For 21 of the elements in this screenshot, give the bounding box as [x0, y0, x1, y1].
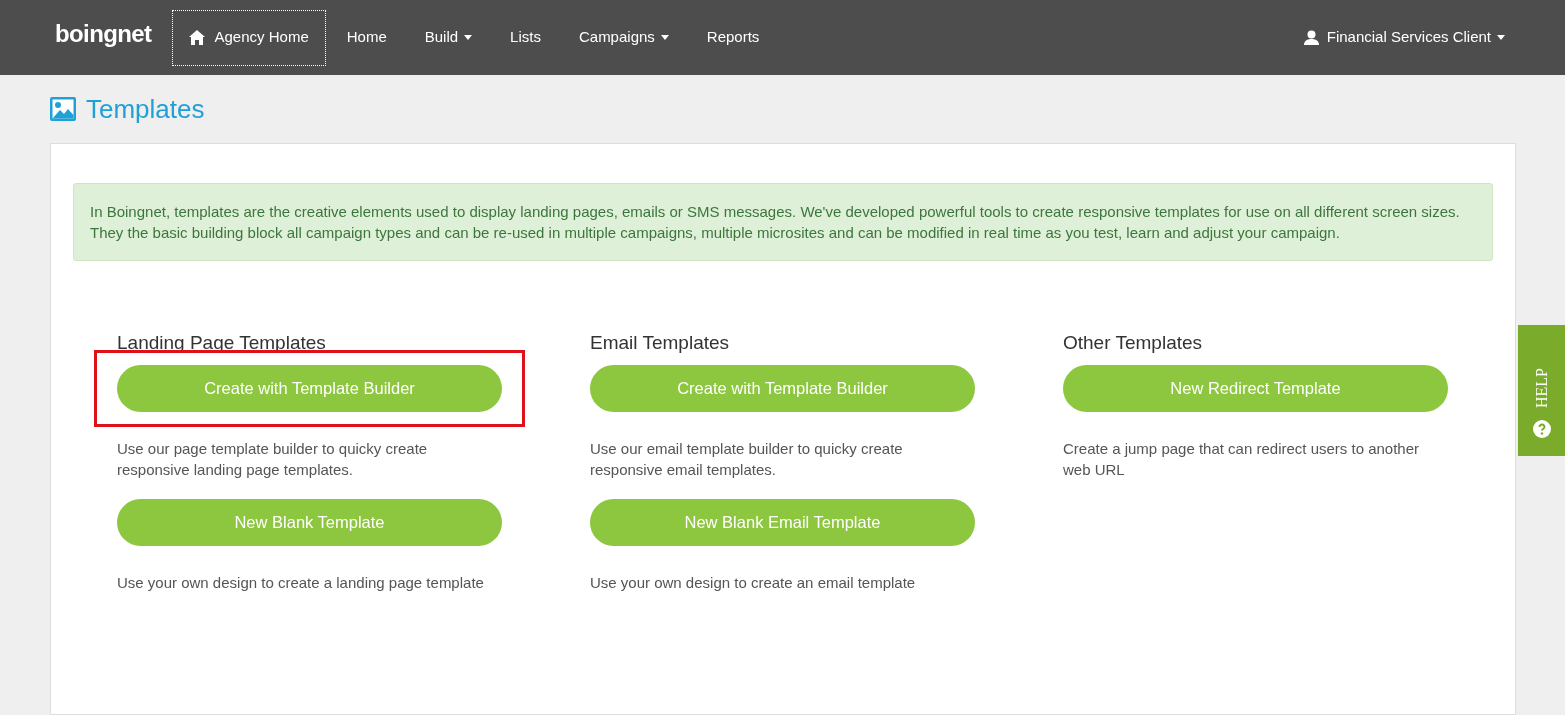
info-alert: In Boingnet, templates are the creative elements used to display landing pages, emails or SMS messages. We've developed powerful tools to create responsive templates for use on all different screen sizes. They the basic building block all campaign types and can be re-used in multiple campaigns, multiple microsites and can be modified in real time as you test, learn and adjust your campaign. [73, 183, 1493, 261]
section-heading: Other Templates [1063, 331, 1204, 355]
image-icon [50, 97, 76, 121]
section-heading: Email Templates [590, 331, 731, 355]
nav-link[interactable]: Campaigns [561, 9, 686, 66]
nav-link[interactable]: Home [329, 9, 404, 66]
logo[interactable]: boingnet [55, 15, 152, 52]
button-description: Use our email template builder to quicky create responsive email templates. [590, 439, 904, 480]
button-description: Use our page template builder to quicky create responsive landing page templates. [117, 439, 429, 480]
user-icon [1303, 30, 1319, 45]
nav-link[interactable]: Agency Home [171, 9, 326, 66]
home-icon [188, 30, 205, 45]
button-description: Use your own design to create an email template [590, 573, 917, 593]
button-description: Create a jump page that can redirect users to another web URL [1063, 439, 1421, 480]
nav-link[interactable]: Reports [689, 9, 777, 66]
button-description: Use your own design to create a landing page template [117, 573, 485, 593]
user-menu[interactable]: Financial Services Client [1303, 26, 1505, 49]
page-title: Templates [86, 92, 205, 126]
nav-link[interactable]: Build [407, 9, 490, 66]
nav-link[interactable]: Lists [493, 9, 558, 66]
help-icon [1532, 420, 1551, 438]
